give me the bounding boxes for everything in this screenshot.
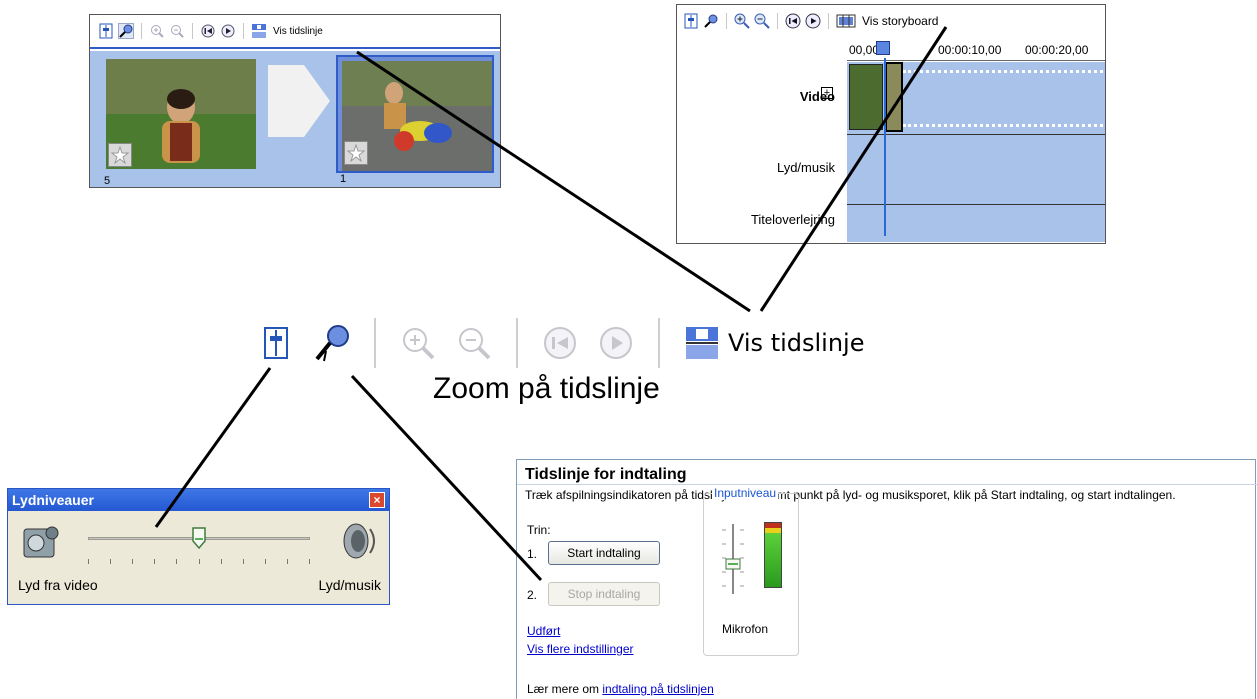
zoom-in-icon[interactable] — [734, 13, 750, 29]
playhead-line — [884, 58, 886, 236]
play-icon[interactable] — [220, 23, 236, 39]
zoom-caption: Zoom på tidslinje — [433, 372, 660, 405]
video-audio-icon — [20, 519, 60, 568]
slider-tick — [265, 559, 266, 564]
video-track-label: Video — [799, 89, 835, 104]
rewind-icon[interactable] — [200, 23, 216, 39]
storyboard-clip[interactable]: 5 — [102, 55, 260, 187]
clip-number: 5 — [104, 175, 111, 187]
slider-tick — [88, 559, 89, 564]
storyboard-panel: Vis tidslinje 5 1 — [89, 14, 501, 188]
slider-tick — [221, 559, 222, 564]
playhead-handle[interactable] — [876, 41, 890, 55]
storyboard-toolbar: Vis tidslinje — [98, 23, 323, 39]
play-icon[interactable] — [596, 323, 636, 363]
slider-tick — [309, 559, 310, 564]
slider-tick — [110, 559, 111, 564]
window-title: Lydniveauer — [12, 492, 94, 508]
view-storyboard-label[interactable]: Vis storyboard — [862, 14, 938, 28]
panel-description: Træk afspilningsindikatoren på tidslinje… — [525, 488, 1176, 502]
done-link[interactable]: Udført — [527, 624, 560, 638]
speaker-icon — [338, 519, 378, 568]
effect-star-icon — [108, 143, 132, 167]
storyboard-view-icon[interactable] — [836, 13, 856, 29]
slider-tick — [132, 559, 133, 564]
audio-levels-icon[interactable] — [683, 13, 699, 29]
zoom-out-icon[interactable] — [169, 23, 185, 39]
timeline-tracks[interactable] — [847, 58, 1105, 242]
stop-narration-button[interactable]: Stop indtaling — [548, 582, 660, 606]
view-timeline-label[interactable]: Vis tidslinje — [273, 26, 323, 37]
expand-icon[interactable]: + — [821, 87, 833, 99]
timeline-view-icon[interactable] — [682, 323, 722, 363]
narrate-icon[interactable] — [703, 13, 719, 29]
input-level-title: Inputniveau — [712, 486, 779, 500]
narrate-icon[interactable] — [312, 323, 352, 363]
learn-more-link[interactable]: indtaling på tidslinjen — [602, 682, 713, 696]
music-label: Lyd/musik — [318, 577, 381, 593]
input-level-meter — [764, 522, 782, 588]
narration-panel: Tidslinje for indtaling Træk afspilnings… — [516, 459, 1257, 699]
rewind-icon[interactable] — [785, 13, 801, 29]
panel-title: Tidslinje for indtaling — [525, 466, 687, 483]
start-narration-button[interactable]: Start indtaling — [548, 541, 660, 565]
transition-slot[interactable] — [268, 65, 330, 137]
audio-levels-icon[interactable] — [98, 23, 114, 39]
narrate-icon[interactable] — [118, 23, 134, 39]
close-icon[interactable]: × — [369, 492, 385, 508]
video-clip-selected[interactable] — [885, 62, 903, 132]
ruler-tick: 00:00:20,00 — [1025, 43, 1089, 57]
slider-tick — [176, 559, 177, 564]
microphone-label: Mikrofon — [722, 622, 769, 636]
step-number: 1. — [527, 547, 538, 561]
ruler-tick: 00,00 — [849, 43, 880, 57]
slider-tick — [287, 559, 288, 564]
audio-levels-window: Lydniveauer × Lyd fra video Lyd/musik — [7, 488, 390, 605]
audio-track-label: Lyd/musik — [776, 160, 835, 175]
slider-tick — [243, 559, 244, 564]
learn-more-text: Lær mere om indtaling på tidslinjen — [527, 682, 714, 696]
title-track-label: Titeloverlejring — [750, 212, 835, 227]
rewind-icon[interactable] — [540, 323, 580, 363]
timeline-toolbar: Vis storyboard — [683, 13, 938, 29]
storyboard-strip: 5 1 — [90, 51, 500, 187]
steps-label: Trin: — [527, 523, 551, 537]
timeline-panel: Vis storyboard 00,00 00:00:10,00 00:00:2… — [676, 4, 1106, 244]
zoomed-toolbar: Vis tidslinje — [248, 315, 865, 371]
slider-tick — [199, 559, 200, 564]
step-number: 2. — [527, 588, 538, 602]
timeline-view-icon[interactable] — [251, 23, 267, 39]
effect-star-icon — [344, 141, 368, 165]
window-titlebar: Lydniveauer × — [8, 489, 389, 511]
input-level-group: Inputniveau Mikrofon — [703, 486, 799, 656]
video-clip[interactable] — [849, 64, 883, 130]
zoom-out-icon[interactable] — [454, 323, 494, 363]
ruler-tick: 00:00:10,00 — [938, 43, 1002, 57]
view-timeline-label[interactable]: Vis tidslinje — [728, 329, 865, 357]
storyboard-clip-selected[interactable]: 1 — [336, 55, 494, 185]
input-level-slider[interactable] — [718, 524, 748, 594]
audio-levels-icon[interactable] — [256, 323, 296, 363]
zoom-in-icon[interactable] — [149, 23, 165, 39]
balance-slider-thumb[interactable] — [192, 527, 206, 550]
zoom-out-icon[interactable] — [754, 13, 770, 29]
play-icon[interactable] — [805, 13, 821, 29]
clip-number: 1 — [340, 173, 347, 185]
video-audio-label: Lyd fra video — [18, 577, 98, 593]
slider-tick — [154, 559, 155, 564]
learn-more-prefix: Lær mere om — [527, 682, 603, 696]
zoom-in-icon[interactable] — [398, 323, 438, 363]
more-settings-link[interactable]: Vis flere indstillinger — [527, 642, 634, 656]
